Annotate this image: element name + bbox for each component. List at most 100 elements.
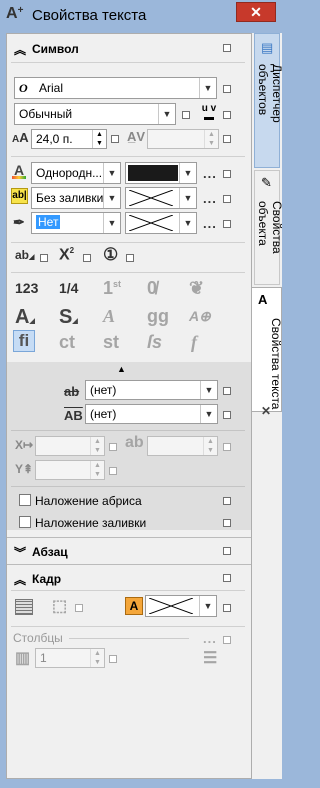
underline-button[interactable]: u v ▬ [197,104,221,124]
divider [11,590,245,591]
historical-ligatures-icon: st [103,332,120,352]
column-justify-icon: ☰ [203,650,218,667]
collapse-chevron-icon[interactable]: ︽ [14,571,26,588]
spin-arrows-icon: ▲ ▼ [90,437,104,455]
options-square-icon[interactable] [223,85,231,93]
chevron-down-icon[interactable]: ▼ [103,188,120,208]
small-caps-icon[interactable]: A◢ [15,306,35,329]
options-square-icon[interactable] [223,135,231,143]
contextual-alternates-icon: A⊕ [189,308,211,324]
options-square-icon[interactable] [223,604,231,612]
section-header-frame[interactable]: ︽ Кадр [7,566,251,590]
text-properties-app-icon: A+ [6,5,24,22]
options-square-icon[interactable] [223,519,231,527]
chevron-down-icon[interactable]: ▼ [158,104,175,124]
outline-width-select[interactable]: Нет ▼ [31,212,121,234]
background-settings-more-button[interactable]: ... [203,191,217,206]
close-window-button[interactable]: ✕ [236,2,276,22]
ordinals-icon: 1st [103,278,122,298]
slashed-zero-icon: 0̸ [147,278,158,298]
fractions-icon[interactable]: 1/4 [59,280,78,296]
strikethrough-icon: ab [64,384,80,399]
enclosed-number-icon[interactable]: ① [103,245,118,265]
numerals-icon[interactable]: 123 [15,280,38,296]
font-name-select[interactable]: O Arial ▼ [14,77,217,99]
outline-color-picker[interactable]: ▼ [125,212,197,234]
char-vertical-shift-field: ▲ ▼ [35,460,105,480]
tab-text-properties[interactable]: A Свойства текста [252,287,283,412]
options-square-icon[interactable] [126,254,134,262]
divider [11,156,245,157]
chevron-down-icon[interactable]: ▼ [179,188,196,208]
collapse-chevron-icon[interactable]: ︽ [14,41,26,58]
fill-type-select[interactable]: Однородн... ▼ [31,162,121,184]
chevron-down-icon[interactable]: ▼ [179,163,196,183]
divider [11,626,245,627]
options-square-icon[interactable] [223,387,231,395]
options-square-icon[interactable] [111,135,119,143]
frame-background-icon[interactable] [15,599,33,615]
options-square-icon[interactable] [223,170,231,178]
background-fill-select[interactable]: Без заливки ▼ [31,187,121,209]
chevron-down-icon[interactable]: ▼ [199,78,216,98]
collapse-arrow-up-icon[interactable]: ▲ [117,364,126,374]
expand-chevron-icon[interactable]: ︾ [14,544,26,561]
divider [11,242,245,243]
overline-select[interactable]: (нет) ▼ [85,404,218,424]
section-title-symbol: Символ [32,42,79,56]
font-size-field[interactable]: 24,0 п. ▲ ▼ [31,129,107,149]
chevron-down-icon[interactable]: ▼ [179,213,196,233]
font-style-select[interactable]: Обычный ▼ [14,103,176,125]
fill-color-picker[interactable]: ▼ [125,162,197,184]
tab-object-manager[interactable]: ▤ Диспетчер объектов [254,33,284,168]
standard-ligatures-button[interactable]: fi [13,330,35,352]
chevron-down-icon[interactable]: ▼ [103,163,120,183]
chevron-down-icon[interactable]: ▼ [199,596,216,616]
tab-text-properties-label: Свойства текста [269,318,283,410]
font-size-value: 24,0 п. [36,132,73,146]
section-header-symbol[interactable]: ︽ Символ [7,36,251,60]
chevron-down-icon[interactable]: ▼ [103,213,120,233]
column-settings-more-button: ... [203,631,217,646]
options-square-icon[interactable] [223,220,231,228]
options-square-icon[interactable] [223,497,231,505]
chevron-down-icon[interactable]: ▼ [200,381,217,399]
strikethrough-select[interactable]: (нет) ▼ [85,380,218,400]
spin-arrows-icon: ▲ ▼ [90,649,104,667]
options-square-icon[interactable] [223,195,231,203]
background-fill-icon: ab| [11,188,28,204]
stylistic-set-icon[interactable]: S◢ [59,306,78,329]
chevron-down-icon[interactable]: ▼ [200,405,217,423]
fill-overlay-checkbox[interactable] [19,516,31,528]
options-square-icon[interactable] [223,111,231,119]
options-square-icon[interactable] [83,254,91,262]
options-square-icon[interactable] [182,111,190,119]
discretionary-ligatures-icon: ct [59,332,76,352]
divider [7,564,251,565]
fill-settings-more-button[interactable]: ... [203,166,217,181]
frame-fill-color-picker[interactable]: ▼ [145,595,217,617]
overline-value: (нет) [90,407,117,421]
background-color-picker[interactable]: ▼ [125,187,197,209]
close-docker-icon[interactable]: ✕ [261,404,271,418]
text-fill-icon: A [12,162,26,179]
outline-settings-more-button[interactable]: ... [203,216,217,231]
font-size-spin-arrows-icon[interactable]: ▲ ▼ [92,130,106,148]
tab-object-properties-label: Свойства объекта [256,201,284,254]
options-square-icon[interactable] [40,254,48,262]
font-size-icon: AA [12,130,29,145]
superscript-icon[interactable]: X2 [59,246,74,264]
options-square-icon[interactable] [223,44,231,52]
options-square-icon[interactable] [223,411,231,419]
docker-tabs-strip: ▤ Диспетчер объектов ✎ Свойства объекта … [252,33,284,779]
section-title-paragraph: Абзац [32,545,68,559]
options-square-icon[interactable] [223,574,231,582]
outline-overlay-checkbox[interactable] [19,494,31,506]
outline-overlay-label: Наложение абриса [35,494,142,508]
divider [11,430,245,431]
frame-fill-icon: A [125,597,143,615]
options-square-icon[interactable] [223,547,231,555]
tab-object-properties[interactable]: ✎ Свойства объекта [254,170,284,285]
section-header-paragraph[interactable]: ︾ Абзац [7,539,251,563]
case-change-icon[interactable]: ab◢ [15,248,34,262]
